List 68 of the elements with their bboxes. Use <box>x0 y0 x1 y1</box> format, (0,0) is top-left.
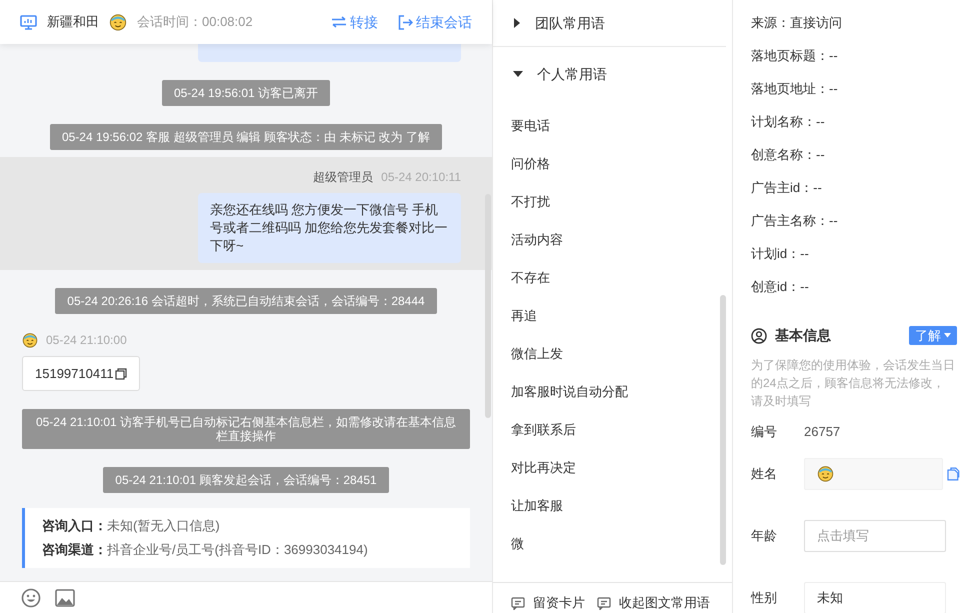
field-label: 姓名 <box>751 464 778 483</box>
phone-number: 15199710411 <box>35 364 114 383</box>
image-icon[interactable] <box>55 588 75 606</box>
sender-name: 超级管理员 <box>313 169 374 185</box>
phrase-item[interactable]: 让加客服 <box>493 487 581 525</box>
info-line: 计划名称：-- <box>751 112 825 131</box>
info-line: 计划id：-- <box>751 244 809 263</box>
monitor-icon <box>20 14 37 30</box>
caret-right-icon <box>513 18 521 28</box>
info-line: 创意id：-- <box>751 278 809 296</box>
info-value: 抖音企业号/员工号(抖音号ID：36993034194) <box>107 541 368 559</box>
info-line: 落地页地址：-- <box>751 80 838 98</box>
info-label: 咨询入口： <box>42 517 107 535</box>
phrase-item[interactable]: 再追 <box>493 297 555 335</box>
message-icon <box>597 596 611 610</box>
phrase-item[interactable]: 拿到联系后 <box>493 411 594 449</box>
info-label: 咨询渠道： <box>42 541 107 559</box>
field-label: 性别 <box>751 588 778 607</box>
section-title: 基本信息 <box>775 326 831 345</box>
system-notice: 05-24 21:10:01 访客手机号已自动标记右侧基本信息栏，如需修改请在基本信息栏直接操作 <box>22 409 470 449</box>
user-icon <box>751 328 767 344</box>
caret-down-icon <box>513 70 523 78</box>
age-input[interactable]: 点击填写 <box>804 520 946 552</box>
message-time: 05-24 20:10:11 <box>381 169 461 185</box>
phrase-item[interactable]: 活动内容 <box>493 221 581 259</box>
phrase-item[interactable]: 不存在 <box>493 259 568 297</box>
session-time: 会话时间：00:08:02 <box>137 13 253 32</box>
copy-icon[interactable] <box>114 368 127 380</box>
field-label: 年龄 <box>751 526 778 545</box>
collapse-phrases-button[interactable]: 收起图文常用语 <box>597 593 710 613</box>
message-icon <box>511 596 525 610</box>
phrase-group[interactable]: 团队常用语 <box>493 0 732 46</box>
info-line: 落地页标题：-- <box>751 46 838 65</box>
field-value: 26757 <box>804 423 840 441</box>
exit-icon <box>398 14 413 30</box>
emoji-icon[interactable] <box>21 588 41 608</box>
phrase-item[interactable]: 要电话 <box>493 107 568 145</box>
message-bubble: 亲您还在线吗 您方便发一下微信号 手机号或者二维码吗 加您给您先发套餐对比一下呀~ <box>198 193 461 263</box>
avatar-icon <box>22 332 38 348</box>
phrase-item[interactable]: 加客服时说自动分配 <box>493 373 646 411</box>
lead-card-button[interactable]: 留资卡片 <box>511 593 585 613</box>
gender-select[interactable]: 未知 <box>804 582 946 613</box>
phrase-group[interactable]: 个人常用语 <box>493 47 732 101</box>
avatar-icon <box>817 465 834 482</box>
visitor-name: 新疆和田 <box>47 13 99 32</box>
name-field[interactable] <box>804 458 944 490</box>
field-label: 编号 <box>751 423 778 441</box>
info-line: 来源：直接访问 <box>751 14 842 32</box>
info-line: 创意名称：-- <box>751 146 825 164</box>
scrollbar[interactable] <box>485 194 491 418</box>
avatar-icon <box>109 13 127 31</box>
message-time: 05-24 21:10:00 <box>46 332 127 349</box>
phrase-item[interactable]: 对比再决定 <box>493 449 594 487</box>
scrollbar[interactable] <box>720 295 726 565</box>
phrase-item[interactable]: 微 <box>493 525 542 563</box>
phrase-item[interactable]: 问价格 <box>493 145 568 183</box>
system-notice: 05-24 21:10:01 顾客发起会话，会话编号：28451 <box>103 467 389 493</box>
phrase-item[interactable]: 微信上发 <box>493 335 581 373</box>
notice-text: 为了保障您的使用体验，会话发生当日的24点之后，顾客信息将无法修改，请及时填写 <box>751 357 956 410</box>
swap-icon <box>331 16 347 28</box>
phrase-item[interactable]: 不打扰 <box>493 183 568 221</box>
info-line: 广告主id：-- <box>751 178 822 197</box>
info-line: 广告主名称：-- <box>751 212 838 230</box>
caret-down-icon <box>944 333 951 338</box>
system-notice: 05-24 19:56:01 访客已离开 <box>162 80 330 106</box>
info-value: 未知(暂无入口信息) <box>107 517 220 535</box>
system-notice: 05-24 19:56:02 客服 超级管理员 编辑 顾客状态：由 未标记 改为 了解 <box>50 124 442 150</box>
system-notice: 05-24 20:26:16 会话超时，系统已自动结束会话，会话编号：28444 <box>55 288 437 314</box>
